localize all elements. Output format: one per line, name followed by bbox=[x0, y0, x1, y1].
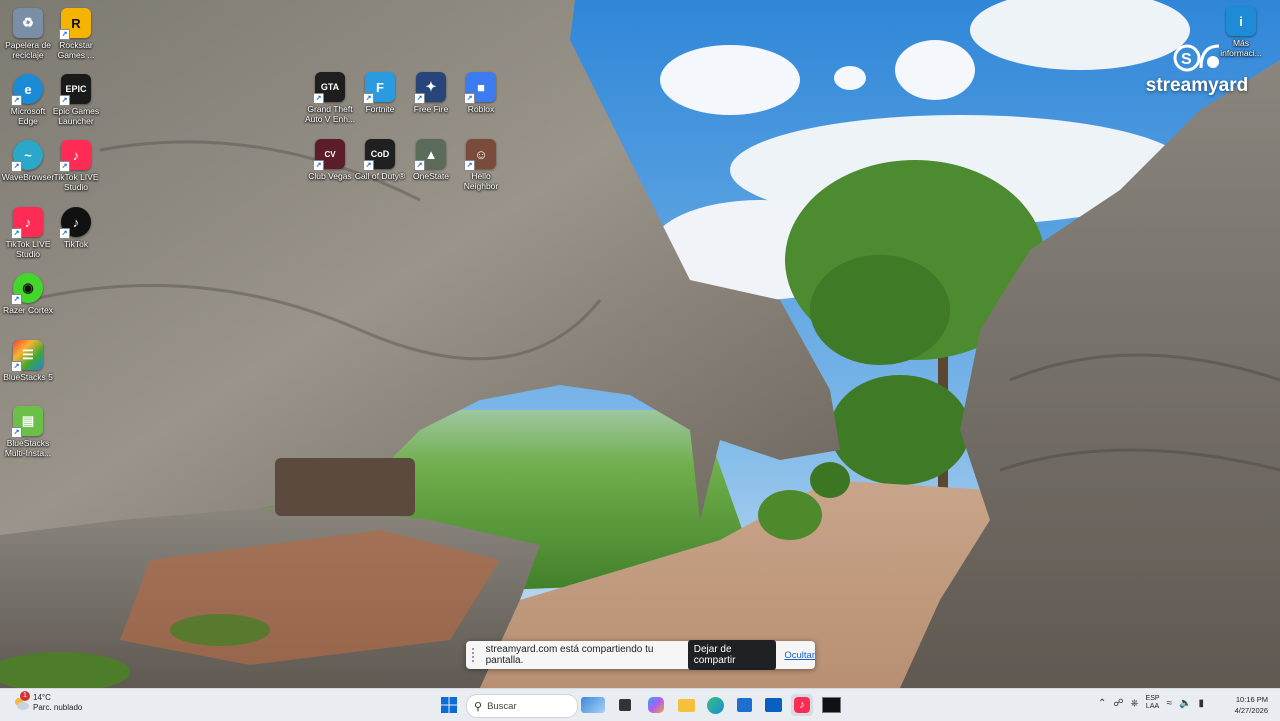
info-icon: i bbox=[1226, 6, 1256, 36]
taskbar: 1 14°C Parc. nublado ⚲ Buscar ♪ ⌃ ☍ ⎈ ES… bbox=[0, 688, 1280, 721]
outlook-icon bbox=[764, 698, 782, 712]
obs-taskbar-button[interactable] bbox=[820, 694, 842, 716]
tiktok-live-icon: ♪ ↗ bbox=[59, 140, 91, 172]
battery-icon[interactable]: ▮ bbox=[1199, 698, 1205, 709]
desktop-wallpaper bbox=[0, 0, 1280, 688]
desktop-icon-call-of-duty[interactable]: CoD ↗ Call of Duty® bbox=[352, 135, 408, 181]
desktop-icon-razer-cortex[interactable]: ◉ ↗ Razer Cortex bbox=[0, 269, 56, 315]
free-fire-icon: ✦ ↗ bbox=[414, 72, 446, 104]
desktop-icon-club-vegas[interactable]: CV ↗ Club Vegas bbox=[302, 135, 358, 181]
svg-text:S: S bbox=[1181, 51, 1192, 68]
gta-icon: GTA ↗ bbox=[313, 72, 345, 104]
edge-taskbar-button[interactable] bbox=[704, 694, 726, 716]
streamyard-logo-icon: S bbox=[1173, 44, 1220, 72]
taskview-icon bbox=[619, 699, 631, 711]
desktop-icon-onestate[interactable]: ▲ ↗ OneState bbox=[403, 135, 459, 181]
taskbar-search[interactable]: ⚲ Buscar bbox=[466, 694, 578, 718]
wifi-icon[interactable]: ≈ bbox=[1167, 698, 1173, 709]
epic-games-icon: EPIC ↗ bbox=[59, 74, 91, 106]
bluestacks-icon: ☰ ↗ bbox=[11, 340, 43, 372]
task-view-button[interactable] bbox=[614, 694, 636, 716]
start-button[interactable] bbox=[438, 694, 460, 716]
desktop-icon-bluestacks-multi[interactable]: ▤ ↗ BlueStacks Multi-Insta... bbox=[0, 402, 56, 458]
hide-link[interactable]: Ocultar bbox=[784, 650, 815, 661]
language-indicator[interactable]: ESP LAA bbox=[1146, 695, 1160, 711]
onestate-icon: ▲ ↗ bbox=[414, 139, 446, 171]
desktop-icon-bluestacks-5[interactable]: ☰ ↗ BlueStacks 5 bbox=[0, 336, 56, 382]
edge-icon: e ↗ bbox=[11, 74, 43, 106]
tiktok-live-icon: ♪ ↗ bbox=[11, 207, 43, 239]
weather-temp: 14°C bbox=[33, 693, 51, 702]
razer-cortex-icon: ◉ ↗ bbox=[11, 273, 43, 305]
desktop-icon-epic-games[interactable]: EPIC ↗ Epic Games Launcher bbox=[48, 70, 104, 126]
stop-sharing-button[interactable]: Dejar de compartir bbox=[687, 640, 777, 670]
store-button[interactable] bbox=[733, 694, 755, 716]
file-explorer-button[interactable] bbox=[675, 694, 697, 716]
desktop-icon-tiktok[interactable]: ♪ ↗ TikTok bbox=[48, 203, 104, 249]
microphone-icon[interactable]: ⎈ bbox=[1131, 698, 1139, 709]
tiktok-icon: ♪ ↗ bbox=[59, 207, 91, 239]
obs-icon bbox=[821, 697, 841, 713]
widget-image-icon bbox=[581, 697, 605, 713]
tiktok-live-icon: ♪ bbox=[794, 697, 810, 713]
desktop-icon-fortnite[interactable]: F ↗ Fortnite bbox=[352, 68, 408, 114]
desktop-icon-hello-neighbor[interactable]: ☺ ↗ Hello Neighbor bbox=[453, 135, 509, 191]
taskbar-widget-button[interactable] bbox=[580, 694, 606, 716]
share-message: streamyard.com está compartiendo tu pant… bbox=[485, 644, 654, 666]
system-tray: ⌃ ☍ ⎈ ESP LAA ≈ 🔈 ▮ bbox=[1098, 695, 1204, 711]
streamyard-watermark: S streamyard bbox=[1136, 38, 1258, 97]
fortnite-icon: F ↗ bbox=[363, 72, 395, 104]
desktop-icon-free-fire[interactable]: ✦ ↗ Free Fire bbox=[403, 68, 459, 114]
streamyard-wordmark: streamyard bbox=[1145, 75, 1249, 96]
store-icon bbox=[736, 698, 752, 712]
wavebrowser-icon: ~ ↗ bbox=[11, 140, 43, 172]
club-vegas-icon: CV ↗ bbox=[313, 139, 345, 171]
outlook-button[interactable] bbox=[762, 694, 784, 716]
clock-time: 10:16 PM bbox=[1235, 695, 1268, 704]
desktop-icon-rockstar-games[interactable]: R ↗ Rockstar Games ... bbox=[48, 4, 104, 60]
chevron-up-icon[interactable]: ⌃ bbox=[1098, 698, 1106, 709]
recycle-bin-icon: ♻ bbox=[13, 8, 43, 38]
screen-share-notification: streamyard.com está compartiendo tu pant… bbox=[466, 640, 815, 670]
drag-handle-icon[interactable] bbox=[472, 648, 480, 662]
rockstar-icon: R ↗ bbox=[59, 8, 91, 40]
volume-icon[interactable]: 🔈 bbox=[1179, 698, 1191, 709]
network-status-icon[interactable]: ☍ bbox=[1113, 698, 1123, 709]
desktop-icon-tiktok-live-studio[interactable]: ♪ ↗ TikTok LIVE Studio bbox=[48, 136, 104, 192]
weather-widget[interactable]: 1 14°C Parc. nublado bbox=[12, 691, 83, 713]
search-icon: ⚲ bbox=[474, 700, 483, 713]
tiktok-live-taskbar-button[interactable]: ♪ bbox=[791, 694, 813, 716]
search-placeholder: Buscar bbox=[487, 700, 517, 712]
folder-icon bbox=[677, 698, 695, 712]
clock-date: 4/27/2026 bbox=[1234, 706, 1268, 715]
call-of-duty-icon: CoD ↗ bbox=[363, 139, 395, 171]
edge-icon bbox=[706, 696, 724, 714]
notification-badge: 1 bbox=[20, 691, 30, 701]
desktop-icon-roblox[interactable]: ■ ↗ Roblox bbox=[453, 68, 509, 114]
hello-neighbor-icon: ☺ ↗ bbox=[464, 139, 496, 171]
copilot-button[interactable] bbox=[645, 694, 667, 716]
desktop-icon-gta-v[interactable]: GTA ↗ Grand Theft Auto V Enh... bbox=[302, 68, 358, 124]
weather-icon: 1 bbox=[12, 691, 30, 712]
start-icon bbox=[441, 697, 457, 713]
roblox-icon: ■ ↗ bbox=[464, 72, 496, 104]
copilot-icon bbox=[648, 697, 664, 713]
weather-desc: Parc. nublado bbox=[33, 703, 83, 712]
clock[interactable]: 10:16 PM 4/27/2026 bbox=[1224, 694, 1268, 716]
bluestacks-multi-icon: ▤ ↗ bbox=[11, 406, 43, 438]
